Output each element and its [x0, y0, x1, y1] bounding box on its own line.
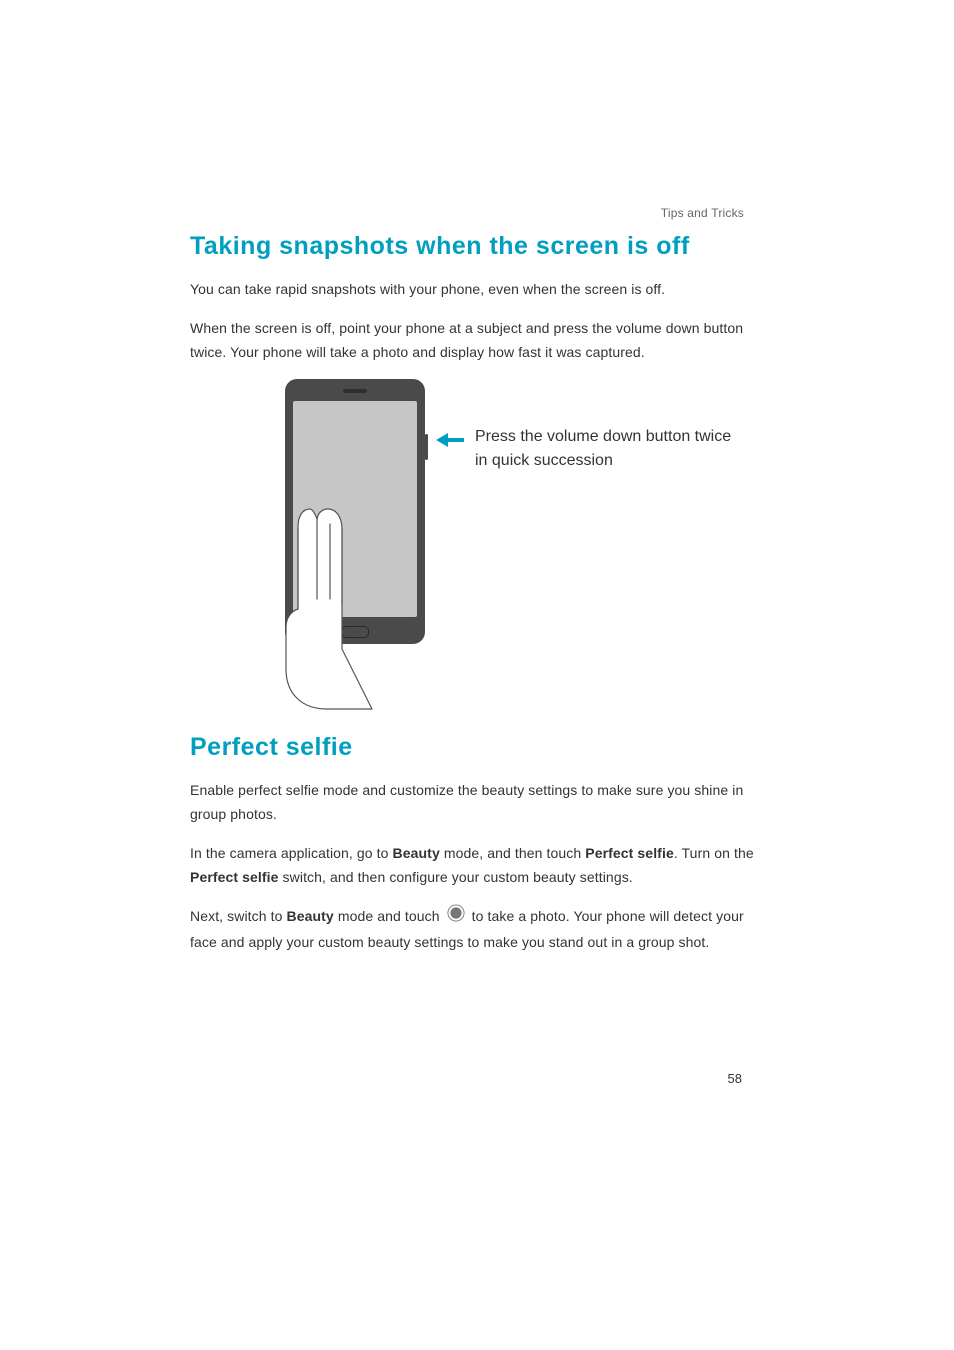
phone-illustration	[285, 379, 425, 644]
text-run: mode and touch	[334, 908, 444, 924]
camera-shutter-icon	[447, 904, 465, 930]
paragraph: You can take rapid snapshots with your p…	[190, 277, 764, 302]
page-number: 58	[728, 1071, 742, 1086]
paragraph: When the screen is off, point your phone…	[190, 316, 764, 365]
text-run: In the camera application, go to	[190, 845, 393, 861]
callout-arrow-icon	[436, 433, 464, 447]
text-run: switch, and then configure your custom b…	[279, 869, 633, 885]
callout-text: Press the volume down button twice in qu…	[475, 425, 735, 473]
volume-button-graphic	[425, 434, 428, 460]
bold-beauty: Beauty	[393, 845, 440, 861]
bold-beauty-mode: Beauty	[287, 908, 334, 924]
heading-snapshots: Taking snapshots when the screen is off	[190, 232, 764, 261]
illustration-snapshot: Press the volume down button twice in qu…	[190, 379, 764, 709]
text-run: mode, and then touch	[440, 845, 585, 861]
text-run: . Turn on the	[674, 845, 754, 861]
heading-perfect-selfie: Perfect selfie	[190, 733, 764, 762]
bold-perfect-selfie-switch: Perfect selfie	[190, 869, 279, 885]
bold-perfect-selfie: Perfect selfie	[585, 845, 674, 861]
paragraph: In the camera application, go to Beauty …	[190, 841, 764, 890]
paragraph: Next, switch to Beauty mode and touch to…	[190, 904, 764, 955]
text-run: Next, switch to	[190, 908, 287, 924]
paragraph: Enable perfect selfie mode and customize…	[190, 778, 764, 827]
running-header: Tips and Tricks	[661, 206, 744, 220]
document-page: Tips and Tricks Taking snapshots when th…	[0, 0, 954, 1350]
